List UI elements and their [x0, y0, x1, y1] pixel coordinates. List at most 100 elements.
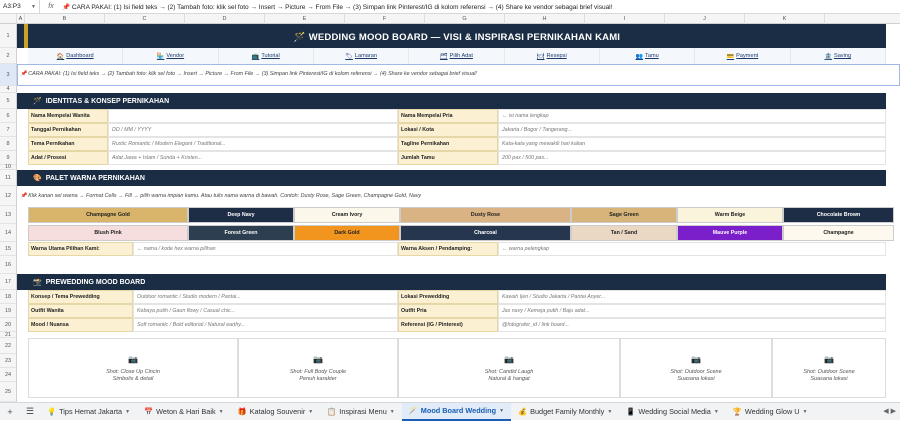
row-header-1[interactable]: 1	[0, 24, 17, 48]
color-swatch[interactable]: Blush Pink	[28, 225, 188, 241]
row-header-15[interactable]: 15	[0, 242, 17, 256]
nav-link-vendor[interactable]: 🏪 Vendor	[123, 48, 219, 64]
column-header-h[interactable]: H	[505, 14, 585, 24]
nav-link-payment[interactable]: 💳 Payment	[695, 48, 791, 64]
chevron-down-icon[interactable]: ▼	[607, 409, 612, 415]
nav-link-tamu[interactable]: 👥 Tamu	[600, 48, 696, 64]
nav-link-resepsi[interactable]: 🍽 Resepsi	[505, 48, 600, 64]
row-header-19[interactable]: 19	[0, 304, 17, 318]
sheet-tab[interactable]: 📅 Weton & Hari Baik ▼	[137, 403, 231, 421]
sheet-tab[interactable]: 💰 Budget Family Monthly ▼	[511, 403, 619, 421]
guest-count-field[interactable]: 200 pax / 500 pax...	[498, 151, 886, 165]
row-header-14[interactable]: 14	[0, 224, 17, 242]
accent-color-field[interactable]: ← warna pelengkap	[498, 242, 886, 256]
nav-link-dashboard[interactable]: 🏠 Dashboard	[28, 48, 124, 64]
sheet-tab[interactable]: 🪄 Mood Board Wedding ▼	[401, 402, 512, 421]
row-header-9[interactable]: 9	[0, 151, 17, 165]
location-field[interactable]: Jakarta / Bogor / Tangerang...	[498, 123, 886, 137]
add-sheet-icon[interactable]: +	[0, 407, 20, 417]
tagline-field[interactable]: Kata-kata yang mewakili hari kalian	[498, 137, 886, 151]
nav-link-lamaran[interactable]: 🏷 Lamaran	[314, 48, 410, 64]
nav-link-saving[interactable]: 🏦 Saving	[791, 48, 886, 64]
nav-link-pilih-adat[interactable]: 🗂 Pilih Adat	[409, 48, 505, 64]
name-box[interactable]: A3:P3 ▼	[0, 0, 40, 14]
row-header-13[interactable]: 13	[0, 206, 17, 224]
column-header-d[interactable]: D	[185, 14, 265, 24]
chevron-down-icon[interactable]: ▼	[714, 409, 719, 415]
bride-outfit-field[interactable]: Kebaya putih / Gaun flowy / Casual chic.…	[133, 304, 398, 318]
photo-slot[interactable]: 📷 Shot: Outdoor Scene Suasana lokasi	[772, 338, 886, 398]
sheet-tab[interactable]: 🎁 Katalog Souvenir ▼	[231, 403, 321, 421]
color-swatch[interactable]: Tan / Sand	[571, 225, 677, 241]
color-swatch[interactable]: Champagne Gold	[28, 207, 188, 223]
row-header-8[interactable]: 8	[0, 137, 17, 151]
scroll-tabs-icon[interactable]: ◀ ▶	[883, 407, 896, 415]
formula-input[interactable]: 📌 CARA PAKAI: (1) Isi field teks → (2) T…	[62, 3, 612, 11]
column-header-i[interactable]: I	[585, 14, 665, 24]
chevron-down-icon[interactable]: ▼	[390, 409, 395, 415]
photo-slot[interactable]: 📷 Shot: Outdoor Scene Suasana lokasi	[620, 338, 772, 398]
prewedding-concept-field[interactable]: Outdoor romantic / Studio modern / Panta…	[133, 290, 398, 304]
row-header-6[interactable]: 6	[0, 109, 17, 123]
sheet-tab[interactable]: 💡 Tips Hemat Jakarta ▼	[40, 403, 137, 421]
color-swatch[interactable]: Dusty Rose	[400, 207, 571, 223]
reference-field[interactable]: @fotografer_id / link board...	[498, 318, 886, 332]
column-header-g[interactable]: G	[425, 14, 505, 24]
row-header-2[interactable]: 2	[0, 48, 17, 64]
nav-link-tutorial[interactable]: 📺 Tutorial	[219, 48, 314, 64]
row-header-23[interactable]: 23	[0, 354, 17, 368]
sheet-tab[interactable]: 📋 Inspirasi Menu ▼	[320, 403, 402, 421]
chevron-down-icon[interactable]: ▼	[219, 409, 224, 415]
color-swatch[interactable]: Charcoal	[400, 225, 571, 241]
tradition-field[interactable]: Adat Jawa + Islam / Sunda + Kristen...	[108, 151, 398, 165]
chevron-down-icon[interactable]: ▼	[803, 409, 808, 415]
row-header-16[interactable]: 16	[0, 256, 17, 274]
color-swatch[interactable]: Deep Navy	[188, 207, 294, 223]
color-swatch[interactable]: Mauve Purple	[677, 225, 783, 241]
row-header-5[interactable]: 5	[0, 93, 17, 109]
photo-slot[interactable]: 📷 Shot: Full Body Couple Penuh karakter	[238, 338, 398, 398]
column-header-e[interactable]: E	[265, 14, 345, 24]
photo-slot[interactable]: 📷 Shot: Close Up Cincin Simbolis & detai…	[28, 338, 238, 398]
bride-name-field[interactable]	[108, 109, 398, 123]
chevron-down-icon[interactable]: ▼	[308, 409, 313, 415]
color-swatch[interactable]: Cream Ivory	[294, 207, 400, 223]
main-color-field[interactable]: ← nama / kode hex warna pilihan	[133, 242, 398, 256]
sheet-tab[interactable]: 🏆 Wedding Glow U ▼	[726, 403, 815, 421]
column-header-j[interactable]: J	[665, 14, 745, 24]
prewedding-location-field[interactable]: Kawah Ijen / Studio Jakarta / Pantai Any…	[498, 290, 886, 304]
column-header-c[interactable]: C	[105, 14, 185, 24]
row-header-3[interactable]: 3	[0, 64, 17, 86]
chevron-down-icon[interactable]: ▼	[125, 409, 130, 415]
color-swatch[interactable]: Champagne	[783, 225, 894, 241]
sheet-tab[interactable]: 📱 Wedding Social Media ▼	[619, 403, 726, 421]
row-header-17[interactable]: 17	[0, 274, 17, 290]
row-header-24[interactable]: 24	[0, 368, 17, 382]
mood-field[interactable]: Soft romantic / Bold editorial / Natural…	[133, 318, 398, 332]
row-header-7[interactable]: 7	[0, 123, 17, 137]
row-header-12[interactable]: 12	[0, 186, 17, 206]
column-header-b[interactable]: B	[25, 14, 105, 24]
chevron-down-icon[interactable]: ▼	[499, 408, 504, 414]
row-header-4[interactable]: 4	[0, 86, 17, 93]
color-swatch[interactable]: Sage Green	[571, 207, 677, 223]
wedding-date-field[interactable]: DD / MM / YYYY	[108, 123, 398, 137]
row-header-18[interactable]: 18	[0, 290, 17, 304]
row-header-20[interactable]: 20	[0, 318, 17, 332]
column-header-a[interactable]: A	[17, 14, 25, 24]
groom-name-field[interactable]: ← isi nama lengkap	[498, 109, 886, 123]
color-swatch[interactable]: Warm Beige	[677, 207, 783, 223]
row-header-22[interactable]: 22	[0, 338, 17, 354]
select-all-corner[interactable]	[0, 14, 17, 24]
color-swatch[interactable]: Forest Green	[188, 225, 294, 241]
color-swatch[interactable]: Chocolate Brown	[783, 207, 894, 223]
theme-field[interactable]: Rustic Romantic / Modern Elegant / Tradi…	[108, 137, 398, 151]
color-swatch[interactable]: Dark Gold	[294, 225, 400, 241]
groom-outfit-field[interactable]: Jas navy / Kemeja putih / Baju adat...	[498, 304, 886, 318]
row-header-11[interactable]: 11	[0, 170, 17, 186]
all-sheets-icon[interactable]: ☰	[20, 406, 40, 417]
column-header-f[interactable]: F	[345, 14, 425, 24]
chevron-down-icon[interactable]: ▼	[31, 4, 36, 10]
row-header-25[interactable]: 25	[0, 382, 17, 402]
column-header-k[interactable]: K	[745, 14, 825, 24]
